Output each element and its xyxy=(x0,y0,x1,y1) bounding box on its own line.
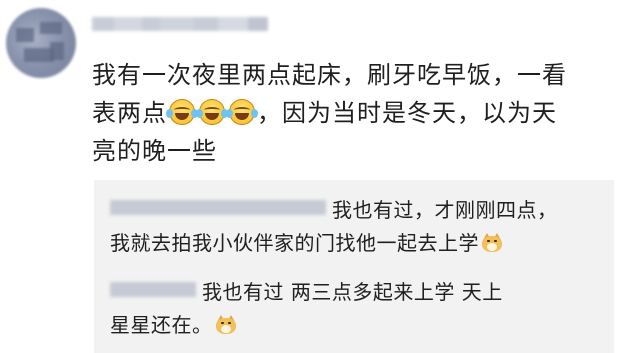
reply-section: 我也有过，才刚刚四点， 我就去拍我小伙伴家的门找他一起去上学 我也有过 两三点多… xyxy=(94,180,614,353)
reply-line: 我也有过 两三点多起来上学 天上 xyxy=(110,276,503,309)
comment-line: 亮的晚一些 xyxy=(92,137,217,165)
reply-item[interactable]: 我也有过，才刚刚四点， 我就去拍我小伙伴家的门找他一起去上学 xyxy=(110,194,558,260)
reply-text: 我也有过 两三点多起来上学 天上 xyxy=(202,280,503,304)
reply-line: 我就去拍我小伙伴家的门找他一起去上学 xyxy=(110,227,558,260)
laugh-cry-icon xyxy=(226,99,258,125)
laugh-cry-icon xyxy=(166,99,198,125)
doge-icon xyxy=(481,233,503,253)
reply-item[interactable]: 我也有过 两三点多起来上学 天上 星星还在。 xyxy=(110,276,503,342)
comment-line-segment: 表两点 xyxy=(92,99,167,127)
reply-line: 星星还在。 xyxy=(110,309,503,342)
avatar[interactable] xyxy=(6,8,76,78)
comment-card: 我有一次夜里两点起床，刷牙吃早饭，一看 表两点 ，因为当时是冬天，以为天 亮的晚一… xyxy=(0,0,640,353)
doge-icon xyxy=(215,315,237,335)
reply-text: 星星还在。 xyxy=(110,313,213,337)
laugh-cry-icon xyxy=(196,99,228,125)
comment-line: 我有一次夜里两点起床，刷牙吃早饭，一看 xyxy=(92,61,567,89)
reply-line: 我也有过，才刚刚四点， xyxy=(110,194,558,227)
reply-text: 我也有过，才刚刚四点， xyxy=(332,198,558,222)
reply-username-redacted[interactable] xyxy=(110,282,196,297)
reply-username-redacted[interactable] xyxy=(110,200,326,215)
reply-text: 我就去拍我小伙伴家的门找他一起去上学 xyxy=(110,231,479,255)
comment-line-segment: ，因为当时是冬天，以为天 xyxy=(257,99,557,127)
comment-text: 我有一次夜里两点起床，刷牙吃早饭，一看 表两点 ，因为当时是冬天，以为天 亮的晚一… xyxy=(92,56,592,170)
username-redacted[interactable] xyxy=(92,14,268,34)
comment-line: 表两点 ，因为当时是冬天，以为天 xyxy=(92,94,592,132)
